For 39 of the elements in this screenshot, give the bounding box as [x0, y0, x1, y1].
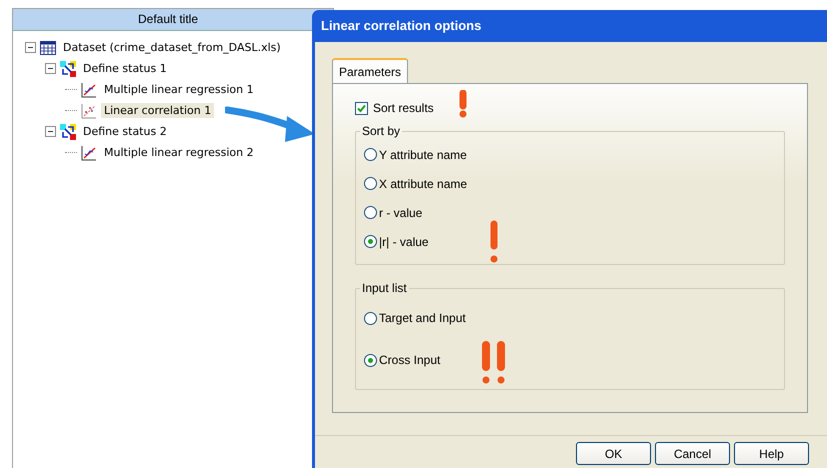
dialog-button[interactable]: OK — [576, 442, 651, 465]
radio-button[interactable] — [364, 235, 377, 248]
tree-item[interactable]: Dataset (crime_dataset_from_DASL.xls) — [60, 40, 284, 55]
exclamation-mark-drawing — [488, 220, 500, 264]
radio-button[interactable] — [364, 312, 377, 324]
tree-item[interactable]: Multiple linear regression 1 — [101, 82, 257, 97]
line-chart-icon — [81, 144, 97, 160]
radio-button[interactable] — [364, 177, 377, 190]
collapse-toggle-icon[interactable] — [45, 63, 56, 74]
exclamation-mark-drawing — [457, 90, 469, 118]
arrows-icon — [60, 124, 76, 140]
checkbox[interactable] — [355, 102, 368, 114]
radio-button[interactable] — [364, 148, 377, 161]
collapse-toggle-icon[interactable] — [25, 42, 36, 53]
tree-item[interactable]: Define status 2 — [80, 124, 170, 139]
radio-button[interactable] — [364, 354, 377, 366]
radio-label: Target and Input — [379, 311, 466, 325]
group-title: Sort by — [361, 124, 402, 138]
radio-label: r - value — [379, 206, 422, 220]
tree-item[interactable]: Multiple linear regression 2 — [101, 145, 257, 160]
radio-label: Cross Input — [379, 353, 440, 367]
checkbox-label: Sort results — [373, 101, 434, 115]
tree-item[interactable]: Linear correlation 1 — [101, 103, 214, 118]
table-icon — [40, 40, 56, 54]
radio-label: |r| - value — [379, 234, 429, 248]
radio-label: X attribute name — [379, 176, 468, 190]
line-chart-icon — [81, 82, 97, 98]
tree-item[interactable]: Define status 1 — [80, 61, 170, 76]
group-title: Input list — [361, 281, 408, 295]
radio-label: Y attribute name — [379, 148, 467, 162]
dialog-button[interactable]: Help — [734, 442, 809, 465]
collapse-toggle-icon[interactable] — [45, 126, 56, 137]
scatter-chart-icon — [81, 102, 97, 118]
radio-button[interactable] — [364, 206, 377, 219]
arrows-icon — [60, 60, 76, 76]
dialog-title: Linear correlation options — [320, 17, 482, 35]
tab[interactable]: Parameters — [332, 58, 408, 83]
dialog-button[interactable]: Cancel — [655, 442, 730, 465]
exclamation-marks-drawing — [480, 341, 508, 385]
